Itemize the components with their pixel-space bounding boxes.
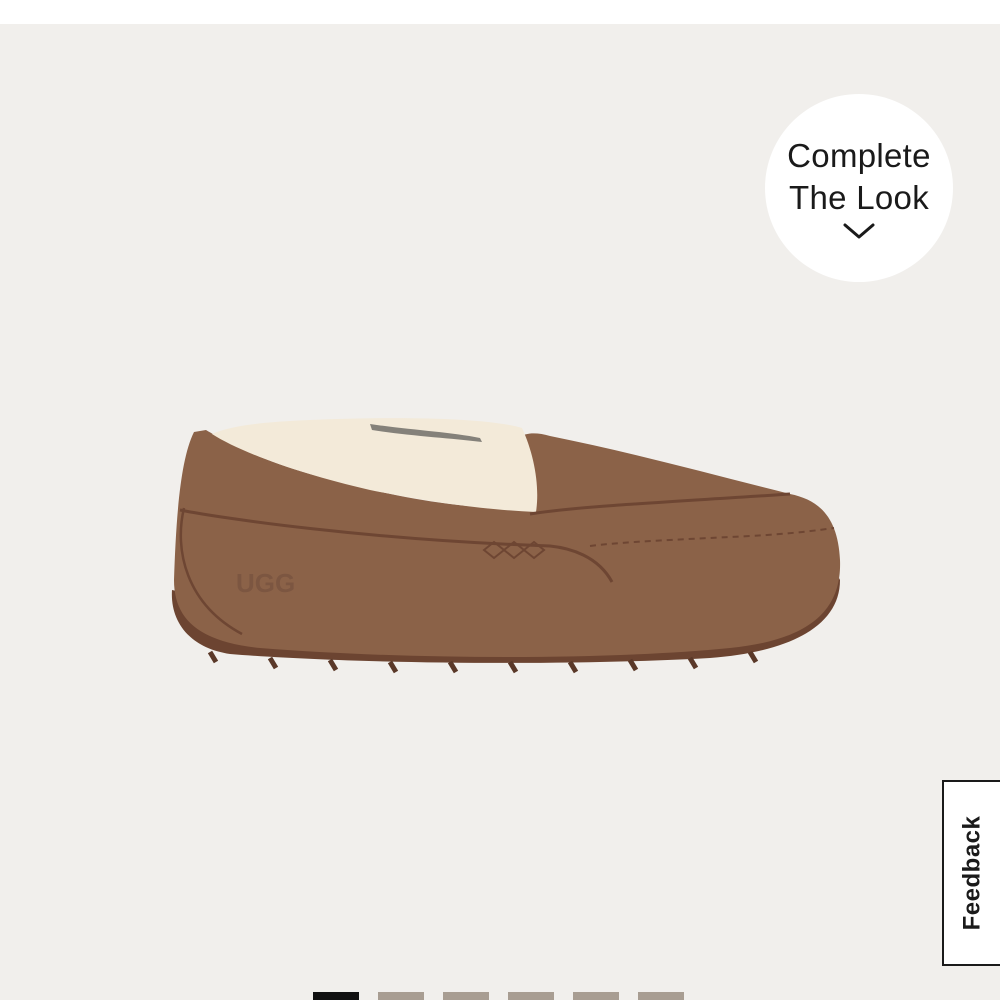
product-image-carousel[interactable]: UGG Complete The Look	[0, 24, 1000, 1000]
image-pager	[313, 992, 684, 1000]
product-image-slipper: UGG	[171, 418, 841, 674]
top-bar	[0, 0, 1000, 24]
page: UGG Complete The Look Feedback	[0, 0, 1000, 1000]
pager-dot-1[interactable]	[313, 992, 359, 1000]
pager-dot-2[interactable]	[378, 992, 424, 1000]
pager-dot-5[interactable]	[573, 992, 619, 1000]
pager-dot-4[interactable]	[508, 992, 554, 1000]
pager-dot-3[interactable]	[443, 992, 489, 1000]
feedback-label: Feedback	[958, 815, 985, 931]
complete-the-look-button[interactable]: Complete The Look	[765, 94, 953, 282]
complete-the-look-line2: The Look	[789, 179, 929, 216]
feedback-tab[interactable]: Feedback	[942, 780, 1000, 966]
slipper-logo: UGG	[236, 568, 295, 598]
complete-the-look-line1: Complete	[787, 137, 931, 174]
chevron-down-icon	[843, 223, 875, 239]
pager-dot-6[interactable]	[638, 992, 684, 1000]
